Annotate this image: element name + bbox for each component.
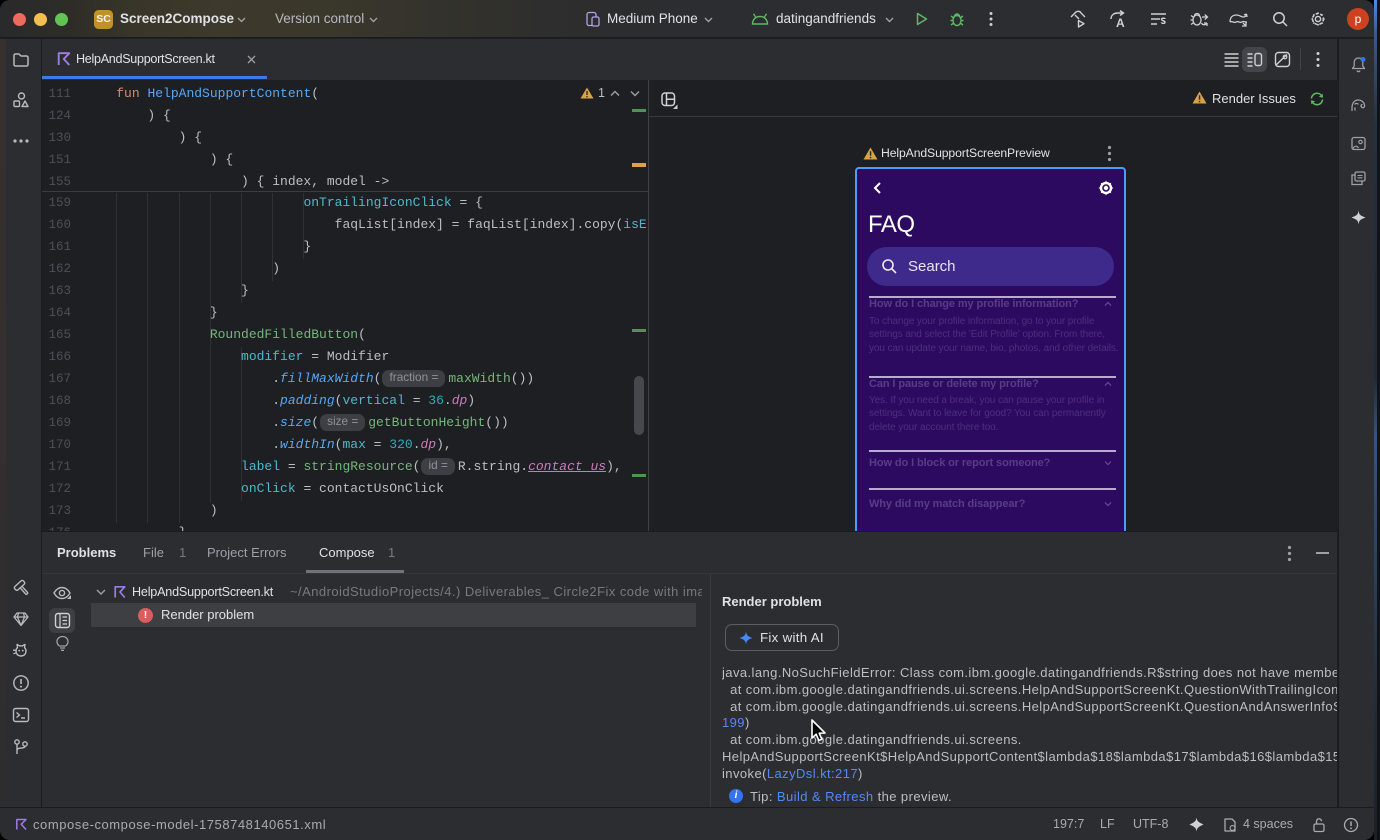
svg-text:A: A <box>1116 16 1125 29</box>
